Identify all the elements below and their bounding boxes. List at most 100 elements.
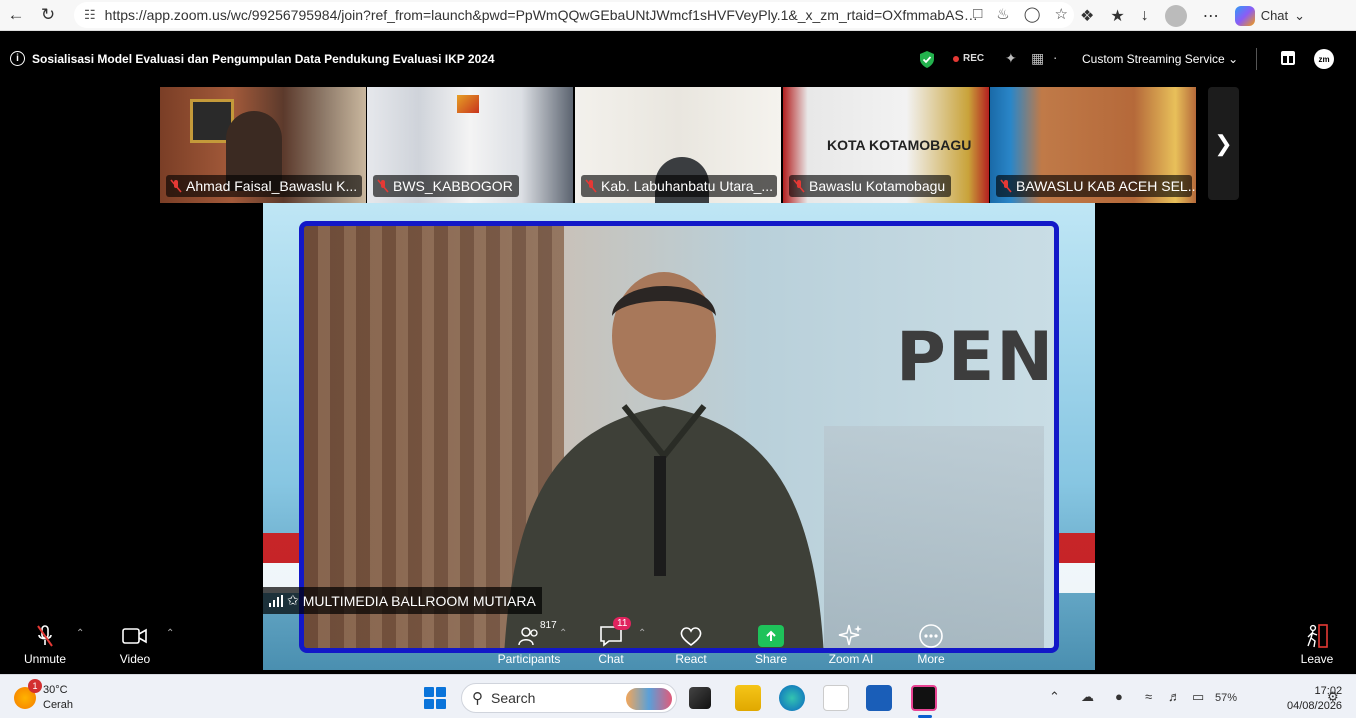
meeting-title: Sosialisasi Model Evaluasi dan Pengumpul…: [32, 52, 495, 66]
leave-label: Leave: [1300, 652, 1334, 666]
microphone-icon[interactable]: ●: [1115, 689, 1123, 704]
muted-mic-icon: [170, 179, 182, 193]
url-text: https://app.zoom.us/wc/99256795984/join?…: [104, 7, 985, 23]
muted-mic-icon: [377, 179, 389, 193]
copilot-chat-button[interactable]: Chat ⌄: [1234, 5, 1306, 26]
video-button[interactable]: Video: [100, 622, 170, 670]
participants-count: 817: [540, 620, 557, 631]
muted-mic-icon: [37, 625, 53, 647]
muted-mic-icon: [585, 179, 597, 193]
file-explorer-icon[interactable]: [735, 685, 761, 711]
unmute-label: Unmute: [23, 652, 67, 666]
react-label: React: [675, 652, 707, 666]
more-button[interactable]: More: [896, 622, 966, 670]
participant-tile[interactable]: Kab. Labuhanbatu Utara_...: [575, 87, 781, 203]
site-info-icon[interactable]: ☷: [84, 7, 96, 23]
participants-caret-icon[interactable]: ⌃: [559, 628, 567, 639]
muted-mic-icon: [793, 179, 805, 193]
building-backdrop: [824, 426, 1044, 648]
app-icon[interactable]: [823, 685, 849, 711]
download-icon[interactable]: ↓: [1141, 7, 1149, 25]
participants-label: Participants: [497, 652, 561, 666]
grid-scan-icon[interactable]: ▦: [1031, 50, 1044, 67]
favorites-icon[interactable]: ★: [1110, 6, 1124, 26]
chevron-down-icon: ⌄: [1228, 52, 1239, 66]
battery-percentage: 57%: [1215, 692, 1238, 704]
streaming-label: Custom Streaming Service: [1082, 52, 1225, 66]
onedrive-cloud-icon[interactable]: ☁: [1081, 689, 1094, 705]
participant-name: Ahmad Faisal_Bawaslu K...: [186, 178, 358, 194]
share-screen-icon: [758, 625, 784, 647]
favorite-star-icon[interactable]: ☆: [1055, 5, 1068, 23]
rec-label: REC: [963, 53, 985, 64]
share-button[interactable]: Share: [736, 622, 806, 670]
battery-icon[interactable]: ▭: [1192, 689, 1204, 705]
zoom-logo[interactable]: zm: [1314, 49, 1334, 69]
audio-options-caret-icon[interactable]: ⌃: [76, 628, 84, 639]
speaker-name: MULTIMEDIA BALLROOM MUTIARA: [302, 592, 536, 609]
edge-browser-icon[interactable]: [779, 685, 805, 711]
backdrop-text: KOTA KOTAMOBAGU: [827, 137, 972, 153]
browser-menu-icon[interactable]: ⋯: [1203, 6, 1219, 26]
participant-tile[interactable]: BAWASLU KAB ACEH SEL...: [990, 87, 1196, 203]
address-bar[interactable]: ☷ https://app.zoom.us/wc/99256795984/joi…: [74, 2, 1074, 28]
camera-icon[interactable]: □: [973, 5, 982, 23]
video-camera-icon: [122, 628, 147, 644]
backdrop-banner-text: PENG: [896, 318, 1056, 397]
more-dots-icon: [919, 624, 943, 648]
weather-condition: Cerah: [43, 699, 73, 711]
participant-tile[interactable]: KOTA KOTAMOBAGU Bawaslu Kotamobagu: [783, 87, 989, 203]
participant-tile[interactable]: BWS_KABBOGOR: [367, 87, 573, 203]
heart-icon: [680, 627, 702, 647]
share-label: Share: [754, 652, 788, 666]
task-view-icon[interactable]: [689, 687, 711, 709]
leave-button[interactable]: Leave: [1282, 622, 1352, 670]
ai-sparkle-icon: [838, 624, 862, 646]
profile-avatar[interactable]: [1164, 4, 1187, 27]
wifi-icon[interactable]: ≈: [1145, 689, 1152, 704]
taskbar-search-input[interactable]: ⚲ Search: [461, 683, 677, 713]
chat-caret-icon[interactable]: ⌃: [638, 628, 646, 639]
unmute-button[interactable]: Unmute: [10, 622, 80, 670]
windows-start-icon[interactable]: [424, 687, 446, 709]
notification-icon[interactable]: ♨: [996, 5, 1009, 23]
participant-name-tag: Bawaslu Kotamobagu: [789, 175, 952, 197]
extensions-icon[interactable]: ❖: [1080, 6, 1094, 26]
participant-name: BAWASLU KAB ACEH SEL...: [1016, 178, 1196, 194]
meeting-info-icon[interactable]: i: [10, 51, 25, 66]
react-button[interactable]: React: [656, 622, 726, 670]
chat-button[interactable]: 11 Chat: [576, 617, 646, 670]
flag-decoration: [1055, 533, 1095, 593]
bawaslu-logo: [457, 95, 479, 113]
ai-companion-icon[interactable]: ✦: [1005, 50, 1017, 67]
copilot-label: Chat: [1260, 8, 1289, 23]
participant-name: Kab. Labuhanbatu Utara_...: [601, 178, 774, 194]
participants-icon: [518, 627, 538, 646]
volume-icon[interactable]: ♬: [1168, 689, 1181, 704]
chat-unread-badge: 11: [613, 617, 632, 630]
browser-toolbar: ← ↻ ☷ https://app.zoom.us/wc/99256795984…: [0, 0, 1356, 31]
word-icon[interactable]: [866, 685, 892, 711]
back-icon[interactable]: ←: [0, 0, 32, 31]
view-layout-icon[interactable]: [1281, 51, 1295, 65]
encryption-shield-icon[interactable]: [919, 51, 935, 68]
zoom-ai-button[interactable]: Zoom AI: [816, 622, 886, 670]
rec-dot-icon: [953, 55, 959, 62]
chevron-down-icon: ⌄: [1294, 7, 1306, 23]
more-label: More: [917, 652, 945, 666]
notification-bell-icon[interactable]: ⚙: [1327, 689, 1339, 705]
participant-name-tag: Ahmad Faisal_Bawaslu K...: [166, 175, 362, 197]
translate-icon[interactable]: ◯: [1024, 5, 1041, 23]
active-app-icon[interactable]: [911, 685, 937, 711]
reload-icon[interactable]: ↻: [32, 0, 64, 31]
video-options-caret-icon[interactable]: ⌃: [166, 628, 174, 639]
streaming-service-dropdown[interactable]: Custom Streaming Service ⌄: [1082, 52, 1238, 66]
participant-name: Bawaslu Kotamobagu: [809, 178, 946, 194]
chevron-up-icon[interactable]: ⌃: [1049, 689, 1060, 705]
recording-indicator[interactable]: REC: [953, 53, 984, 64]
next-page-button[interactable]: ❯: [1208, 87, 1239, 200]
weather-widget[interactable]: 1 30°C Cerah: [14, 679, 73, 713]
chevron-right-icon: ❯: [1214, 130, 1233, 156]
participant-tile[interactable]: Ahmad Faisal_Bawaslu K...: [160, 87, 366, 203]
participants-button[interactable]: 817 Participants: [494, 620, 564, 670]
